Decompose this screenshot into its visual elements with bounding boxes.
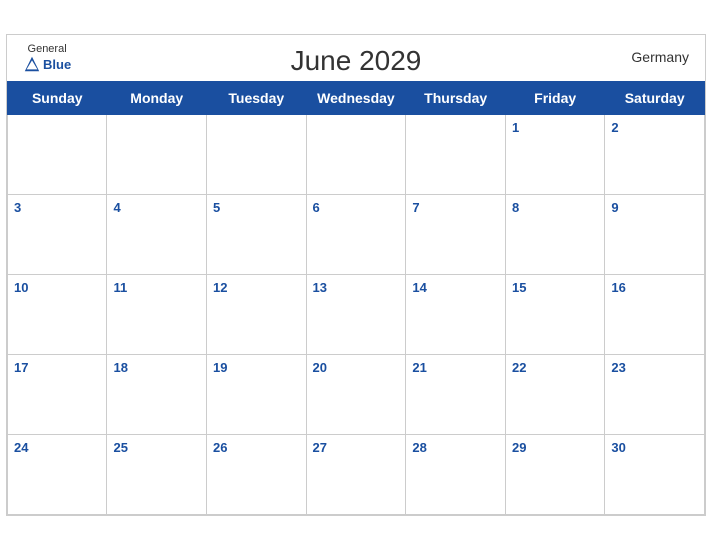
calendar-cell: 16 [605, 275, 705, 355]
calendar-cell: 28 [406, 435, 506, 515]
day-number: 6 [313, 200, 320, 215]
calendar-cell: 1 [506, 115, 605, 195]
day-number: 7 [412, 200, 419, 215]
calendar-cell: 9 [605, 195, 705, 275]
logo-general-text: General [28, 43, 67, 55]
weekday-header-friday: Friday [506, 82, 605, 115]
week-row-4: 24 25 26 27 28 29 30 [8, 435, 705, 515]
day-number: 11 [113, 280, 127, 295]
weekday-header-sunday: Sunday [8, 82, 107, 115]
weekday-header-monday: Monday [107, 82, 207, 115]
weekday-header-tuesday: Tuesday [206, 82, 306, 115]
weekday-header-row: SundayMondayTuesdayWednesdayThursdayFrid… [8, 82, 705, 115]
calendar-cell: 10 [8, 275, 107, 355]
calendar-cell: 3 [8, 195, 107, 275]
week-row-2: 10 11 12 13 14 15 16 [8, 275, 705, 355]
day-number: 22 [512, 360, 526, 375]
day-number: 9 [611, 200, 618, 215]
calendar-cell: 2 [605, 115, 705, 195]
day-number: 26 [213, 440, 227, 455]
day-number: 8 [512, 200, 519, 215]
calendar-cell: 22 [506, 355, 605, 435]
day-number: 20 [313, 360, 327, 375]
calendar-cell: 17 [8, 355, 107, 435]
day-number: 30 [611, 440, 625, 455]
logo-icon [23, 55, 41, 73]
calendar-cell: 24 [8, 435, 107, 515]
calendar-cell: 21 [406, 355, 506, 435]
calendar-cell: 19 [206, 355, 306, 435]
day-number: 19 [213, 360, 227, 375]
day-number: 29 [512, 440, 526, 455]
day-number: 12 [213, 280, 227, 295]
day-number: 27 [313, 440, 327, 455]
calendar-container: General Blue June 2029 Germany SundayMon… [6, 34, 706, 516]
calendar-cell [206, 115, 306, 195]
day-number: 13 [313, 280, 327, 295]
logo-blue-text: Blue [23, 55, 71, 73]
weekday-header-wednesday: Wednesday [306, 82, 406, 115]
calendar-cell: 6 [306, 195, 406, 275]
day-number: 15 [512, 280, 526, 295]
logo-area: General Blue [23, 43, 71, 73]
calendar-cell: 26 [206, 435, 306, 515]
calendar-cell: 5 [206, 195, 306, 275]
calendar-cell: 15 [506, 275, 605, 355]
day-number: 10 [14, 280, 28, 295]
calendar-cell: 12 [206, 275, 306, 355]
calendar-cell: 23 [605, 355, 705, 435]
logo-blue-label: Blue [43, 57, 71, 72]
calendar-cell: 11 [107, 275, 207, 355]
calendar-cell: 20 [306, 355, 406, 435]
day-number: 1 [512, 120, 519, 135]
weekday-header-thursday: Thursday [406, 82, 506, 115]
calendar-cell [406, 115, 506, 195]
day-number: 3 [14, 200, 21, 215]
calendar-title: June 2029 [23, 45, 689, 77]
day-number: 24 [14, 440, 28, 455]
calendar-cell: 29 [506, 435, 605, 515]
calendar-cell: 14 [406, 275, 506, 355]
calendar-cell: 13 [306, 275, 406, 355]
country-label: Germany [631, 49, 689, 65]
calendar-cell [107, 115, 207, 195]
day-number: 28 [412, 440, 426, 455]
calendar-cell: 30 [605, 435, 705, 515]
day-number: 4 [113, 200, 120, 215]
calendar-grid: SundayMondayTuesdayWednesdayThursdayFrid… [7, 81, 705, 515]
day-number: 2 [611, 120, 618, 135]
calendar-cell: 4 [107, 195, 207, 275]
week-row-0: 12 [8, 115, 705, 195]
day-number: 5 [213, 200, 220, 215]
calendar-cell: 8 [506, 195, 605, 275]
day-number: 16 [611, 280, 625, 295]
week-row-1: 3 4 5 6 7 8 9 [8, 195, 705, 275]
calendar-cell: 7 [406, 195, 506, 275]
calendar-cell [8, 115, 107, 195]
day-number: 14 [412, 280, 426, 295]
week-row-3: 17 18 19 20 21 22 23 [8, 355, 705, 435]
calendar-cell: 18 [107, 355, 207, 435]
weekday-header-saturday: Saturday [605, 82, 705, 115]
day-number: 18 [113, 360, 127, 375]
calendar-header: General Blue June 2029 Germany [7, 35, 705, 81]
calendar-cell [306, 115, 406, 195]
calendar-cell: 27 [306, 435, 406, 515]
day-number: 17 [14, 360, 28, 375]
calendar-cell: 25 [107, 435, 207, 515]
day-number: 23 [611, 360, 625, 375]
day-number: 21 [412, 360, 426, 375]
day-number: 25 [113, 440, 127, 455]
